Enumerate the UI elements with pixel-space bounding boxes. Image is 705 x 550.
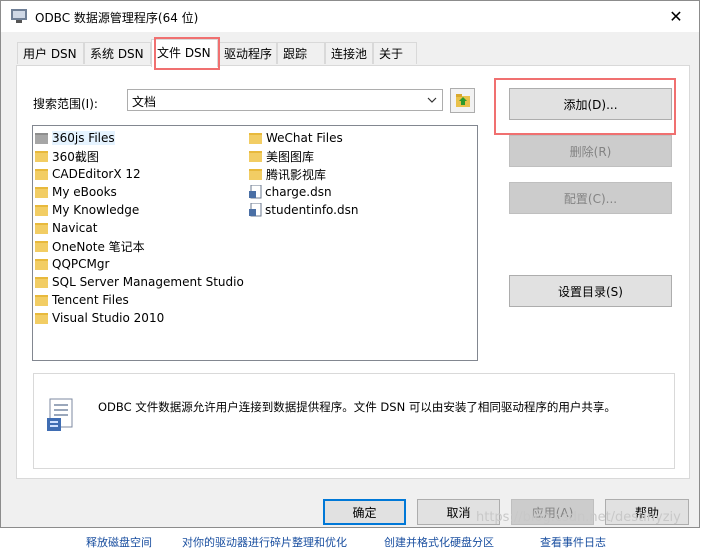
background-link: 创建并格式化硬盘分区 [384, 536, 494, 549]
data-source-icon [47, 398, 73, 431]
odbc-app-icon [11, 9, 27, 23]
folder-icon [35, 186, 48, 198]
tab-about[interactable]: 关于 [373, 42, 417, 64]
background-window-strip: 释放磁盘空间 对你的驱动器进行碎片整理和优化 创建并格式化硬盘分区 查看事件日志 [0, 528, 705, 549]
window-title: ODBC 数据源管理程序(64 位) [35, 11, 199, 25]
folder-icon [35, 258, 48, 270]
list-item[interactable]: OneNote 笔记本 [35, 237, 145, 255]
folder-up-icon [455, 94, 470, 107]
folder-icon [35, 312, 48, 324]
chevron-down-icon [426, 91, 438, 112]
tab-drivers[interactable]: 驱动程序 [218, 42, 277, 64]
folder-icon [249, 150, 262, 162]
folder-icon [249, 168, 262, 180]
dsn-file-icon [249, 203, 262, 217]
folder-icon [35, 222, 48, 234]
set-directory-button[interactable]: 设置目录(S) [509, 275, 672, 307]
add-button[interactable]: 添加(D)... [509, 88, 672, 120]
folder-icon [249, 132, 262, 144]
list-item[interactable]: 360js Files [35, 129, 115, 147]
folder-icon [35, 168, 48, 180]
list-item[interactable]: studentinfo.dsn [249, 201, 358, 219]
list-item[interactable]: My eBooks [35, 183, 117, 201]
odbc-dialog: ODBC 数据源管理程序(64 位) ✕ 用户 DSN 系统 DSN 文件 DS… [0, 0, 700, 528]
list-item[interactable]: 腾讯影视库 [249, 165, 326, 183]
folder-icon [35, 276, 48, 288]
file-list[interactable]: 360js Files 360截图 CADEditorX 12 My eBook… [32, 125, 478, 361]
list-item[interactable]: CADEditorX 12 [35, 165, 141, 183]
tab-file-dsn[interactable]: 文件 DSN [151, 39, 218, 67]
list-item[interactable]: QQPCMgr [35, 255, 109, 273]
look-in-label: 搜索范围(I): [33, 97, 98, 111]
folder-icon [35, 204, 48, 216]
list-item[interactable]: WeChat Files [249, 129, 343, 147]
ok-button[interactable]: 确定 [323, 499, 406, 525]
close-button[interactable]: ✕ [653, 1, 699, 32]
list-item[interactable]: 360截图 [35, 147, 99, 165]
tab-connection-pooling[interactable]: 连接池 [325, 42, 373, 64]
list-item[interactable]: Navicat [35, 219, 97, 237]
file-dsn-panel: 搜索范围(I): 文档 360js Files 360截图 CADEditorX… [16, 65, 690, 479]
list-item[interactable]: My Knowledge [35, 201, 139, 219]
folder-icon [35, 132, 48, 144]
folder-icon [35, 150, 48, 162]
list-item[interactable]: 美图图库 [249, 147, 314, 165]
title-bar: ODBC 数据源管理程序(64 位) ✕ [1, 1, 699, 32]
description-text: ODBC 文件数据源允许用户连接到数据提供程序。文件 DSN 可以由安装了相同驱… [98, 400, 616, 414]
tab-tracing[interactable]: 跟踪 [277, 42, 325, 64]
list-item[interactable]: SQL Server Management Studio [35, 273, 244, 291]
up-one-level-button[interactable] [450, 88, 475, 113]
background-edge [700, 0, 705, 528]
description-box: ODBC 文件数据源允许用户连接到数据提供程序。文件 DSN 可以由安装了相同驱… [33, 373, 675, 469]
folder-icon [35, 294, 48, 306]
list-item[interactable]: charge.dsn [249, 183, 332, 201]
tab-user-dsn[interactable]: 用户 DSN [17, 42, 84, 64]
background-link: 对你的驱动器进行碎片整理和优化 [182, 536, 347, 549]
look-in-dropdown[interactable]: 文档 [127, 89, 443, 111]
dsn-file-icon [249, 185, 262, 199]
look-in-value: 文档 [132, 95, 157, 109]
tab-system-dsn[interactable]: 系统 DSN [84, 42, 151, 64]
close-icon: ✕ [669, 7, 683, 26]
remove-button[interactable]: 删除(R) [509, 135, 672, 167]
configure-button[interactable]: 配置(C)... [509, 182, 672, 214]
background-link: 查看事件日志 [540, 536, 606, 549]
background-link: 释放磁盘空间 [86, 536, 152, 549]
folder-icon [35, 240, 48, 252]
watermark: https://blog.csdn.net/destinyziy [476, 510, 681, 525]
list-item[interactable]: Tencent Files [35, 291, 129, 309]
list-item[interactable]: Visual Studio 2010 [35, 309, 164, 327]
